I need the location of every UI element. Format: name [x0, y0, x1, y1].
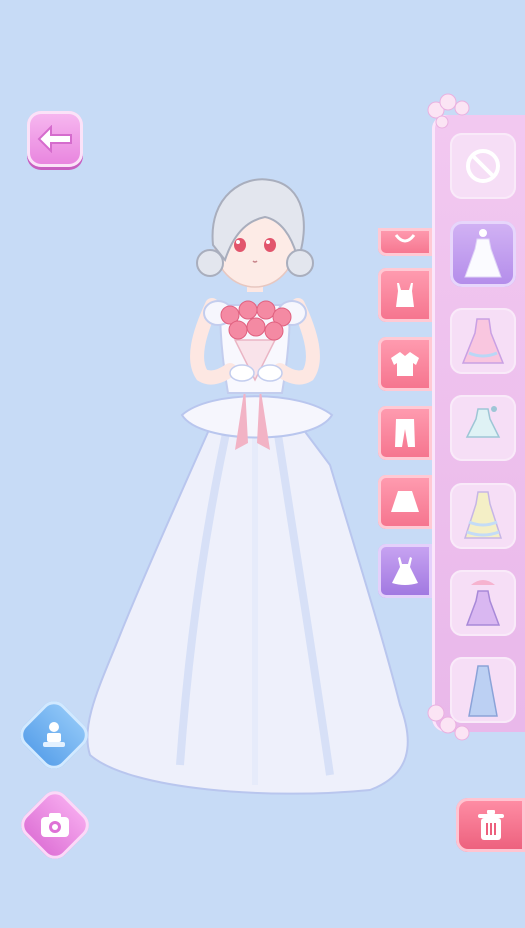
character-model: [86, 178, 409, 795]
blue-gown-icon: [468, 665, 498, 717]
category-tab-top-camisole[interactable]: [378, 268, 432, 322]
no-item-icon: [466, 149, 500, 183]
item-slot-pastel-tiered-gown[interactable]: [450, 483, 516, 549]
category-tab-top-shirt[interactable]: [378, 337, 432, 391]
trash-icon: [477, 810, 504, 840]
camera-icon: [41, 813, 69, 837]
arrow-left-icon: [37, 125, 72, 153]
dress-icon: [392, 557, 418, 585]
pants-icon: [395, 419, 415, 447]
item-slot-blue-long-gown[interactable]: [450, 657, 516, 723]
camisole-icon: [396, 283, 414, 307]
pink-gown-icon: [461, 318, 505, 364]
parasol-gown-icon: [465, 580, 501, 626]
skirt-icon: [391, 491, 419, 512]
back-button[interactable]: [27, 111, 83, 167]
accessory-icon: [394, 234, 416, 243]
item-slot-pink-ball-gown[interactable]: [450, 308, 516, 374]
pose-stand-icon: [43, 722, 65, 747]
item-slot-mint-short-dress[interactable]: [450, 395, 516, 461]
short-dress-icon: [465, 406, 501, 438]
item-slot-purple-parasol-gown[interactable]: [450, 570, 516, 636]
category-tab-dress[interactable]: [378, 544, 432, 598]
item-slot-none[interactable]: [450, 133, 516, 199]
remove-outfit-button[interactable]: [456, 798, 525, 852]
category-tab-accessory[interactable]: [378, 228, 432, 256]
shirt-icon: [391, 352, 419, 376]
item-slot-white-wedding-gown[interactable]: [450, 221, 516, 287]
wedding-gown-icon: [464, 229, 502, 278]
category-tab-skirt[interactable]: [378, 475, 432, 529]
tiered-gown-icon: [463, 491, 503, 539]
flower-decoration-icon: [427, 93, 470, 129]
category-tab-pants[interactable]: [378, 406, 432, 460]
